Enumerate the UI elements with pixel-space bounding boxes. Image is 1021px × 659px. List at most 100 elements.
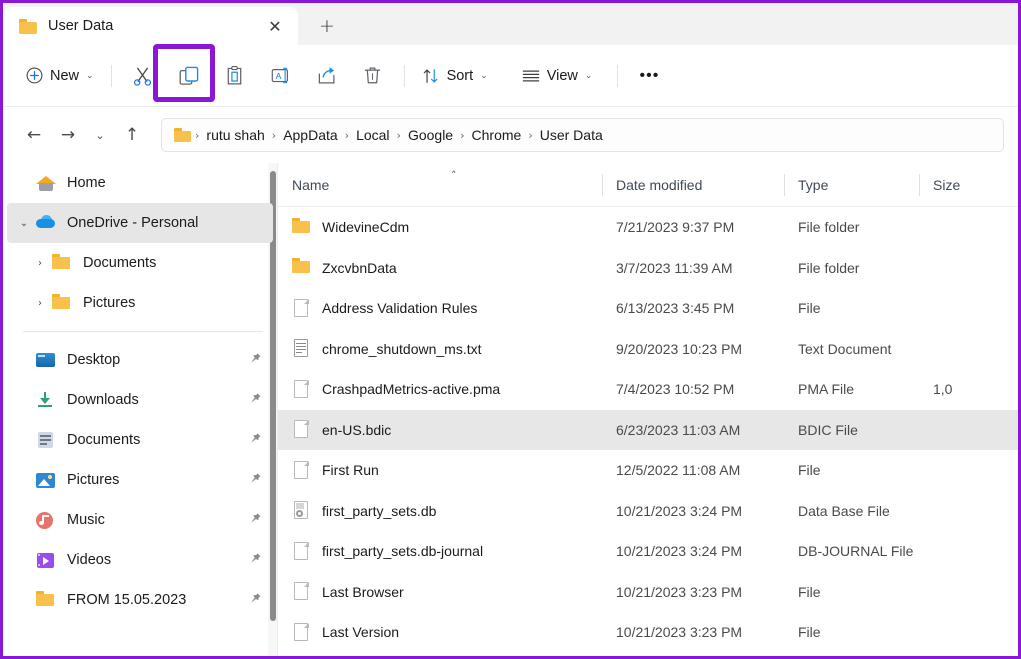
table-row[interactable]: chrome_shutdown_ms.txt 9/20/2023 10:23 P… [278, 329, 1018, 370]
sidebar-item-label: OneDrive - Personal [67, 215, 199, 231]
breadcrumb-item-4[interactable]: Chrome [467, 127, 527, 143]
sidebar-item-from-15-05-2023[interactable]: FROM 15.05.2023 [7, 580, 273, 620]
sidebar-item-videos[interactable]: Videos [7, 540, 273, 580]
sidebar-item-documents[interactable]: Documents [7, 420, 273, 460]
sidebar-item-label: Downloads [67, 392, 139, 408]
pin-icon[interactable] [247, 552, 263, 568]
breadcrumb-separator: › [396, 128, 401, 142]
file-type-cell: Text Document [798, 340, 892, 357]
chevron-right-icon[interactable]: › [29, 258, 51, 269]
file-type-cell: BDIC File [798, 421, 858, 438]
sidebar-item-onedrive-personal[interactable]: ⌄ OneDrive - Personal [7, 203, 273, 243]
pin-icon[interactable] [247, 392, 263, 408]
table-row[interactable]: Address Validation Rules 6/13/2023 3:45 … [278, 288, 1018, 329]
rename-button[interactable]: A [258, 58, 304, 94]
database-file-icon [292, 500, 311, 521]
cut-button[interactable] [120, 58, 166, 94]
breadcrumb-item-1[interactable]: AppData [278, 127, 342, 143]
up-button[interactable]: ↑ [115, 119, 149, 151]
recent-locations-button[interactable]: ⌄ [85, 119, 115, 151]
pin-icon[interactable] [247, 512, 263, 528]
table-row[interactable]: CrashpadMetrics-active.pma 7/4/2023 10:5… [278, 369, 1018, 410]
share-button[interactable] [304, 58, 350, 94]
chevron-right-icon[interactable]: › [29, 298, 51, 309]
folder-icon [35, 590, 57, 610]
toolbar-divider-2 [403, 64, 405, 87]
file-name-cell: first_party_sets.db-journal [278, 541, 602, 562]
table-row[interactable]: first_party_sets.db 10/21/2023 3:24 PM D… [278, 491, 1018, 532]
sidebar-item-onedrive-documents[interactable]: › Documents [7, 243, 273, 283]
column-header-date-label: Date modified [616, 176, 703, 193]
table-row[interactable]: WidevineCdm 7/21/2023 9:37 PM File folde… [278, 207, 1018, 248]
pin-glyph [250, 553, 261, 563]
folder-icon [19, 18, 37, 34]
folder-icon [292, 217, 311, 238]
sidebar-item-label: FROM 15.05.2023 [67, 592, 187, 608]
sidebar-item-home[interactable]: Home [7, 163, 273, 203]
tab-user-data[interactable]: User Data ✕ [3, 7, 298, 45]
file-name: en-US.bdic [322, 421, 392, 438]
forward-button[interactable]: → [51, 119, 85, 151]
file-date-cell: 7/4/2023 10:52 PM [616, 381, 735, 398]
sidebar-item-downloads[interactable]: Downloads [7, 380, 273, 420]
file-name-cell: Address Validation Rules [278, 298, 602, 319]
view-lines-icon [522, 70, 539, 81]
column-header-type[interactable]: Type [784, 163, 919, 207]
table-row[interactable]: Last Version 10/21/2023 3:23 PM File [278, 612, 1018, 653]
table-row-selected[interactable]: en-US.bdic 6/23/2023 11:03 AM BDIC File [278, 409, 1018, 450]
table-row[interactable]: ZxcvbnData 3/7/2023 11:39 AM File folder [278, 248, 1018, 289]
share-icon [318, 67, 335, 84]
copy-button[interactable] [152, 43, 215, 102]
back-button[interactable]: ← [17, 119, 51, 151]
file-type-cell: PMA File [798, 381, 855, 398]
more-options-button[interactable]: ••• [626, 58, 672, 94]
rename-icon: A [271, 67, 288, 84]
sidebar-item-label: Desktop [67, 352, 121, 368]
pin-icon[interactable] [247, 432, 263, 448]
pin-icon[interactable] [247, 472, 263, 488]
breadcrumb-item-3[interactable]: Google [403, 127, 458, 143]
column-header-row: Name ˄ Date modified Type Size [278, 163, 1018, 207]
table-row[interactable]: first_party_sets.db-journal 10/21/2023 3… [278, 531, 1018, 572]
new-button[interactable]: New ⌄ [17, 58, 103, 94]
file-size-cell: 1,0 [933, 381, 953, 398]
table-row[interactable]: Last Browser 10/21/2023 3:23 PM File [278, 572, 1018, 613]
file-name: Last Version [322, 624, 400, 641]
sidebar-item-onedrive-pictures[interactable]: › Pictures [7, 283, 273, 323]
column-header-name[interactable]: Name ˄ [278, 163, 602, 207]
breadcrumb-separator: › [271, 128, 277, 142]
close-icon[interactable]: ✕ [262, 13, 288, 39]
chevron-down-icon: ⌄ [584, 70, 593, 81]
delete-button[interactable] [350, 58, 396, 94]
file-date-cell: 10/21/2023 3:23 PM [616, 624, 743, 641]
sidebar-item-music[interactable]: Music [7, 500, 273, 540]
breadcrumb[interactable]: › rutu shah › AppData › Local › Google ›… [161, 118, 1004, 152]
column-header-type-label: Type [798, 176, 829, 193]
chevron-down-icon[interactable]: ⌄ [13, 218, 35, 229]
column-header-date-modified[interactable]: Date modified [602, 163, 784, 207]
file-name: ZxcvbnData [322, 259, 397, 276]
view-button[interactable]: View ⌄ [513, 58, 602, 94]
breadcrumb-item-2[interactable]: Local [351, 127, 394, 143]
file-icon [292, 622, 311, 643]
paste-button[interactable] [212, 58, 258, 94]
sidebar-item-pictures[interactable]: Pictures [7, 460, 273, 500]
column-header-size[interactable]: Size [919, 163, 1018, 207]
new-tab-button[interactable]: + [310, 10, 344, 42]
breadcrumb-item-5[interactable]: User Data [535, 127, 608, 143]
pin-icon[interactable] [247, 352, 263, 368]
breadcrumb-item-0[interactable]: rutu shah [201, 127, 269, 143]
file-name: chrome_shutdown_ms.txt [322, 340, 482, 357]
sidebar-item-label: Pictures [83, 295, 136, 311]
file-type-cell: File folder [798, 219, 860, 236]
breadcrumb-separator: › [528, 128, 533, 142]
table-row[interactable]: First Run 12/5/2022 11:08 AM File [278, 450, 1018, 491]
sidebar-item-desktop[interactable]: Desktop [7, 340, 273, 380]
ellipsis-icon: ••• [639, 66, 660, 84]
sort-button[interactable]: Sort ⌄ [413, 58, 497, 94]
breadcrumb-separator: › [195, 128, 200, 142]
file-name: first_party_sets.db [322, 502, 437, 519]
document-icon [35, 430, 57, 450]
file-date-cell: 7/21/2023 9:37 PM [616, 219, 735, 236]
pin-icon[interactable] [247, 592, 263, 608]
